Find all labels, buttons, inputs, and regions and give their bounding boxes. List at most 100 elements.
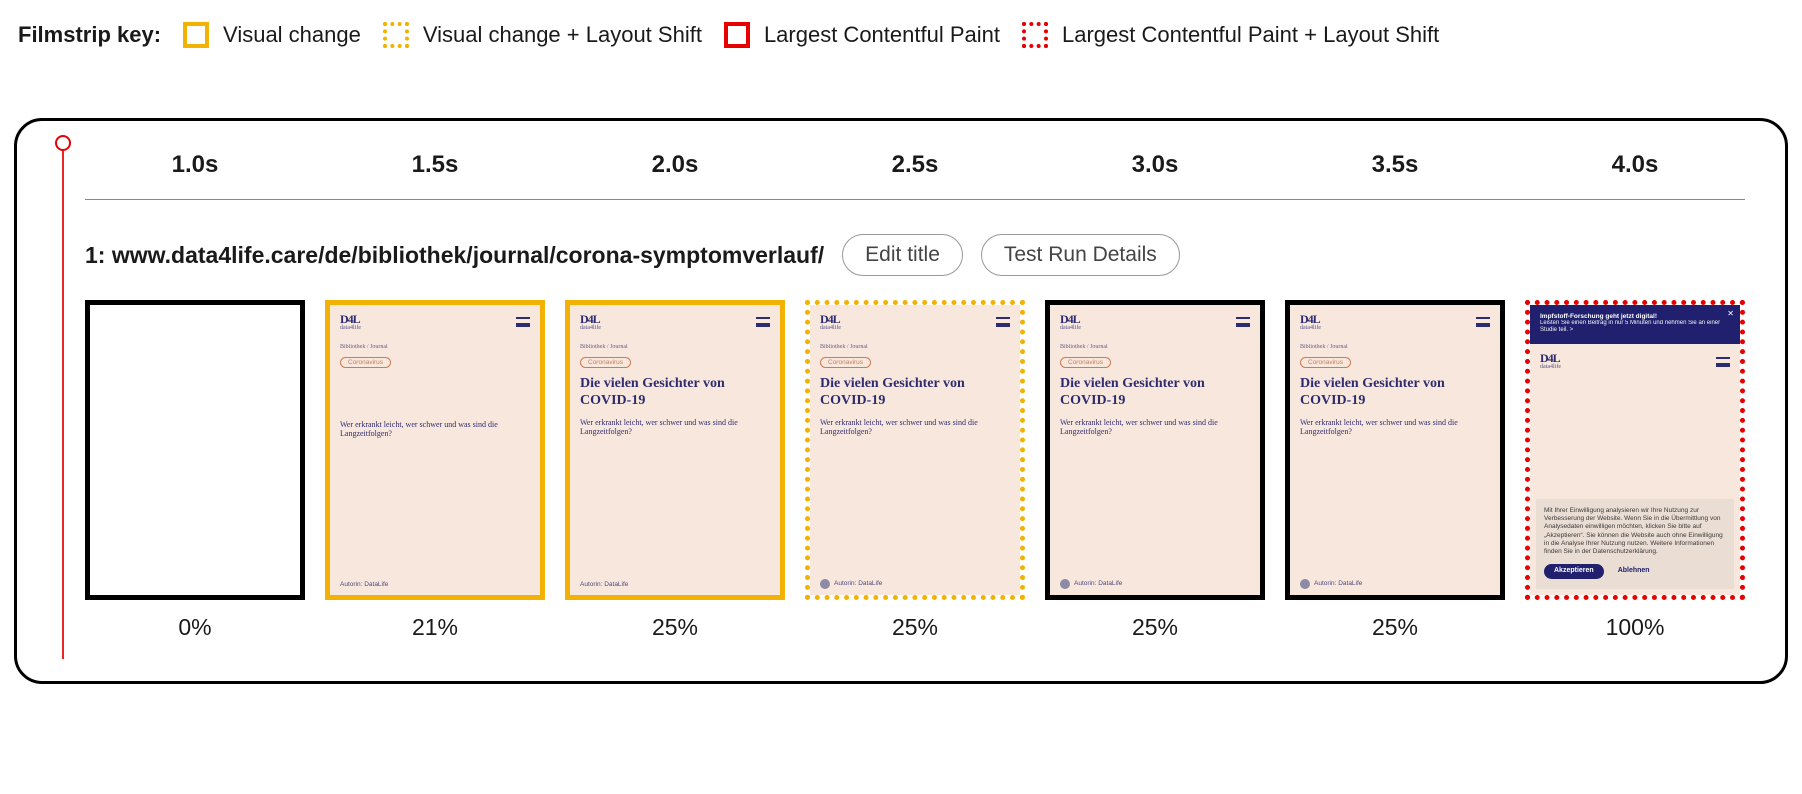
timestamp: 2.5s: [805, 151, 1025, 179]
filmstrip-key-label: Filmstrip key:: [18, 22, 161, 48]
timestamp: 3.0s: [1045, 151, 1265, 179]
byline: Autorin: DataLife: [820, 579, 1010, 589]
key-item-label: Largest Contentful Paint + Layout Shift: [1062, 22, 1439, 48]
swatch-visual-change-icon: [183, 22, 209, 48]
key-item-lcp: Largest Contentful Paint: [724, 22, 1000, 48]
thumbnail: D4L data4life Bibliothek / Journal Coron…: [810, 305, 1020, 595]
avatar-icon: [1060, 579, 1070, 589]
visual-complete-pct: 25%: [1045, 614, 1265, 641]
timestamp: 2.0s: [565, 151, 785, 179]
byline: Autorin: DataLife: [1060, 579, 1250, 589]
test-run-details-button[interactable]: Test Run Details: [981, 234, 1180, 276]
timestamp: 1.0s: [85, 151, 305, 179]
key-item-lcp-layout-shift: Largest Contentful Paint + Layout Shift: [1022, 22, 1439, 48]
cookie-accept-button: Akzeptieren: [1544, 564, 1604, 579]
visual-complete-pct: 21%: [325, 614, 545, 641]
avatar-icon: [1300, 579, 1310, 589]
edit-title-button[interactable]: Edit title: [842, 234, 963, 276]
thumbnail: D4L data4life Bibliothek / Journal Coron…: [570, 305, 780, 595]
byline-text: Autorin: DataLife: [834, 580, 882, 587]
title-index: 1:: [85, 242, 112, 268]
swatch-lcp-icon: [724, 22, 750, 48]
logo-subtext: data4life: [1300, 325, 1321, 332]
logo-subtext: data4life: [1060, 325, 1081, 332]
cookie-decline-button: Ablehnen: [1618, 567, 1650, 576]
cookie-consent: Mit Ihrer Einwilligung analysieren wir I…: [1536, 499, 1734, 589]
menu-icon: [516, 317, 530, 327]
timestamp: 3.5s: [1285, 151, 1505, 179]
menu-icon: [1476, 317, 1490, 327]
filmstrip-frame[interactable]: D4L data4life Bibliothek / Journal Coron…: [325, 300, 545, 600]
visual-complete-pct: 25%: [565, 614, 785, 641]
timestamps-row: 1.0s 1.5s 2.0s 2.5s 3.0s 3.5s 4.0s: [85, 151, 1745, 200]
thumbnail: ✕ Impfstoff-Forschung geht jetzt digital…: [1530, 305, 1740, 595]
breadcrumb: Bibliothek / Journal: [1290, 334, 1500, 351]
timeline-line-icon: [62, 151, 64, 659]
filmstrip-frame[interactable]: D4L data4life Bibliothek / Journal Coron…: [565, 300, 785, 600]
cookie-text: Mit Ihrer Einwilligung analysieren wir I…: [1544, 507, 1726, 556]
title-url: www.data4life.care/de/bibliothek/journal…: [112, 242, 824, 268]
visual-complete-pct: 25%: [805, 614, 1025, 641]
timeline-marker-icon: [55, 135, 71, 151]
promo-banner: ✕ Impfstoff-Forschung geht jetzt digital…: [1530, 305, 1740, 344]
filmstrip-frame[interactable]: D4L data4life Bibliothek / Journal Coron…: [1285, 300, 1505, 600]
byline-text: Autorin: DataLife: [1074, 580, 1122, 587]
article-headline: Die vielen Gesichter von COVID-19: [570, 376, 780, 410]
breadcrumb: Bibliothek / Journal: [1050, 334, 1260, 351]
key-item-label: Visual change: [223, 22, 361, 48]
logo-subtext: data4life: [1540, 364, 1561, 371]
key-item-visual-change-layout-shift: Visual change + Layout Shift: [383, 22, 702, 48]
filmstrip-title-row: 1: www.data4life.care/de/bibliothek/jour…: [85, 234, 1745, 276]
article-subhead: Wer erkrankt leicht, wer schwer und was …: [570, 418, 780, 436]
key-item-visual-change: Visual change: [183, 22, 361, 48]
key-item-label: Largest Contentful Paint: [764, 22, 1000, 48]
menu-icon: [1236, 317, 1250, 327]
thumbnail: D4L data4life Bibliothek / Journal Coron…: [1290, 305, 1500, 595]
avatar-icon: [820, 579, 830, 589]
article-subhead: Wer erkrankt leicht, wer schwer und was …: [1290, 418, 1500, 436]
category-tag: Coronavirus: [580, 357, 631, 368]
visual-complete-pct: 0%: [85, 614, 305, 641]
logo-subtext: data4life: [820, 325, 841, 332]
timestamp: 4.0s: [1525, 151, 1745, 179]
key-item-label: Visual change + Layout Shift: [423, 22, 702, 48]
byline: Autorin: DataLife: [340, 581, 530, 588]
visual-complete-row: 0% 21% 25% 25% 25% 25% 100%: [85, 614, 1745, 641]
article-headline: Die vielen Gesichter von COVID-19: [1290, 376, 1500, 410]
filmstrip-key: Filmstrip key: Visual change Visual chan…: [14, 22, 1788, 48]
close-icon: ✕: [1727, 309, 1734, 318]
thumbnail: D4L data4life Bibliothek / Journal Coron…: [1050, 305, 1260, 595]
category-tag: Coronavirus: [340, 357, 391, 368]
filmstrip-frame[interactable]: ✕ Impfstoff-Forschung geht jetzt digital…: [1525, 300, 1745, 600]
article-subhead: Wer erkrankt leicht, wer schwer und was …: [1050, 418, 1260, 436]
logo-subtext: data4life: [580, 325, 601, 332]
banner-title: Impfstoff-Forschung geht jetzt digital!: [1540, 313, 1730, 320]
frames-row: D4L data4life Bibliothek / Journal Coron…: [85, 300, 1745, 600]
swatch-lcp-ls-icon: [1022, 22, 1048, 48]
article-headline: Die vielen Gesichter von COVID-19: [810, 376, 1020, 410]
category-tag: Coronavirus: [1300, 357, 1351, 368]
banner-subtitle: Leisten Sie einen Beitrag in nur 5 Minut…: [1540, 320, 1730, 334]
visual-complete-pct: 25%: [1285, 614, 1505, 641]
category-tag: Coronavirus: [1060, 357, 1111, 368]
breadcrumb: Bibliothek / Journal: [810, 334, 1020, 351]
byline-text: Autorin: DataLife: [1314, 580, 1362, 587]
filmstrip-frame[interactable]: [85, 300, 305, 600]
article-subhead: Wer erkrankt leicht, wer schwer und was …: [330, 420, 540, 438]
breadcrumb: Bibliothek / Journal: [570, 334, 780, 351]
menu-icon: [996, 317, 1010, 327]
byline-text: Autorin: DataLife: [340, 581, 388, 588]
menu-icon: [756, 317, 770, 327]
logo-subtext: data4life: [340, 325, 361, 332]
breadcrumb: Bibliothek / Journal: [330, 334, 540, 351]
article-headline: Die vielen Gesichter von COVID-19: [1050, 376, 1260, 410]
category-tag: Coronavirus: [820, 357, 871, 368]
filmstrip-url: 1: www.data4life.care/de/bibliothek/jour…: [85, 242, 824, 269]
menu-icon: [1716, 357, 1730, 367]
filmstrip-frame[interactable]: D4L data4life Bibliothek / Journal Coron…: [1045, 300, 1265, 600]
filmstrip-frame[interactable]: D4L data4life Bibliothek / Journal Coron…: [805, 300, 1025, 600]
byline: Autorin: DataLife: [1300, 579, 1490, 589]
timestamp: 1.5s: [325, 151, 545, 179]
filmstrip-panel: 1.0s 1.5s 2.0s 2.5s 3.0s 3.5s 4.0s 1: ww…: [14, 118, 1788, 684]
byline: Autorin: DataLife: [580, 581, 770, 588]
